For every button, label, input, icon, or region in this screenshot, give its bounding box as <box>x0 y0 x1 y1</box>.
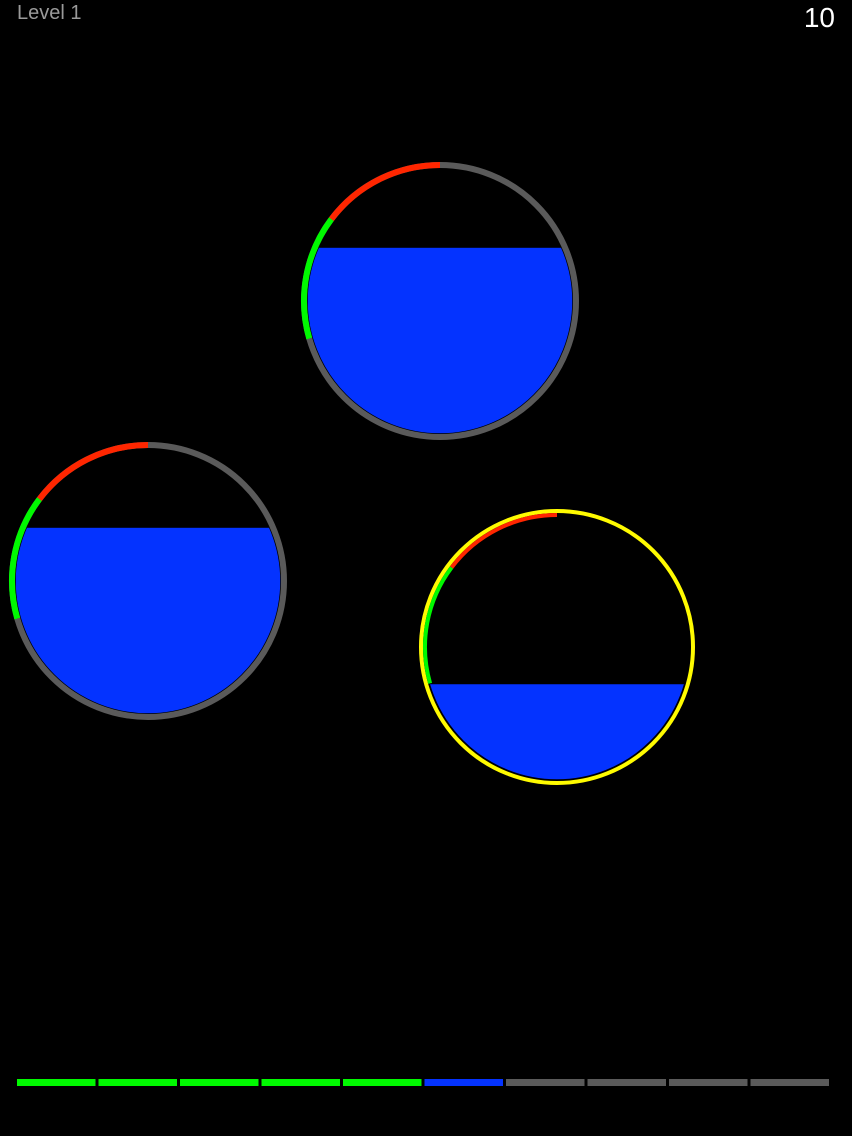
water-fill <box>307 247 573 434</box>
level-progress-bar <box>0 1078 852 1088</box>
level-label: Level 1 <box>17 2 82 24</box>
danger-arc <box>36 442 149 501</box>
tank-left[interactable] <box>5 438 291 724</box>
progress-segment-pending <box>669 1079 748 1086</box>
water-fill <box>15 527 281 714</box>
progress-segment-done <box>261 1079 340 1086</box>
progress-segment-done <box>180 1079 259 1086</box>
safe-arc <box>423 566 454 684</box>
progress-segment-pending <box>506 1079 585 1086</box>
tank-top[interactable] <box>297 158 583 444</box>
danger-arc <box>328 162 441 221</box>
score-counter: 10 <box>803 2 835 33</box>
progress-segment-done <box>17 1079 96 1086</box>
progress-segment-pending <box>750 1079 829 1086</box>
progress-segment-current <box>424 1079 503 1086</box>
progress-segment-pending <box>587 1079 666 1086</box>
tank-right[interactable] <box>414 504 700 790</box>
progress-segment-done <box>98 1079 177 1086</box>
progress-segment-done <box>343 1079 422 1086</box>
